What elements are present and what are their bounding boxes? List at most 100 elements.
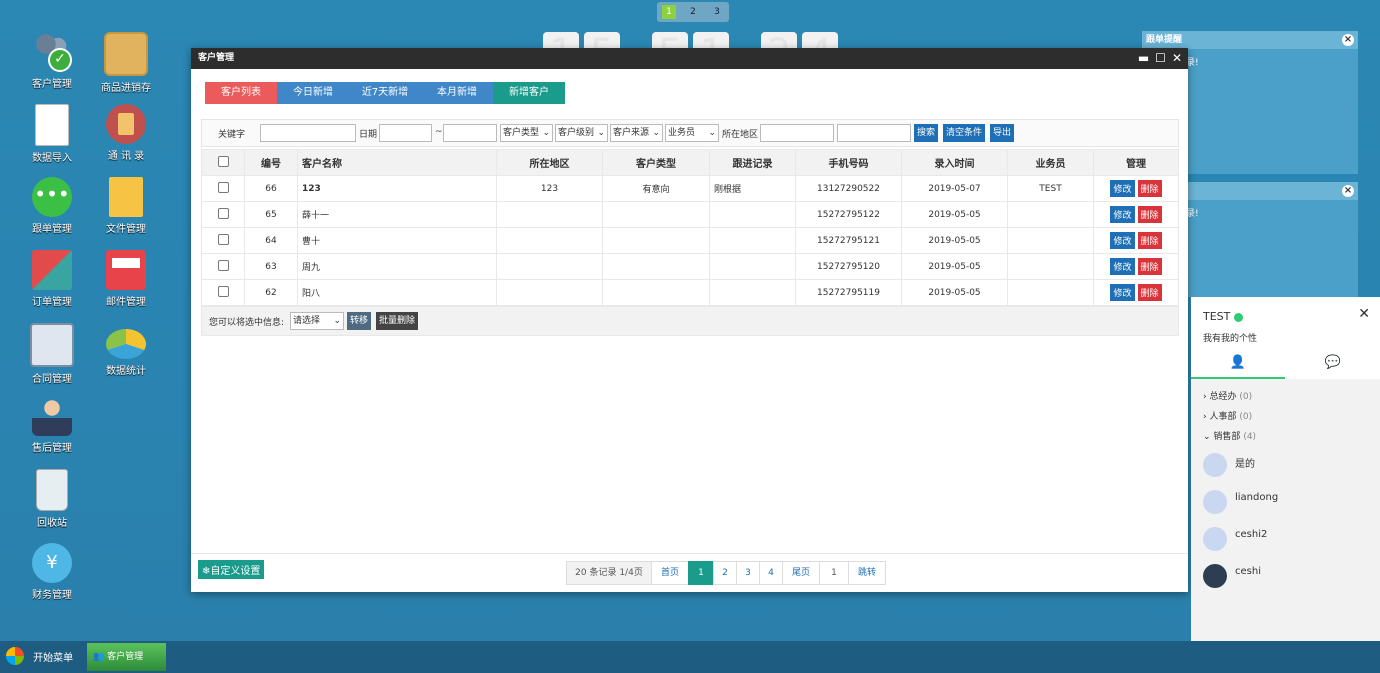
page-1[interactable]: 1 [688, 561, 714, 585]
group-item[interactable]: ⌄ 销售部 (4) [1191, 427, 1380, 447]
group-count: (0) [1239, 392, 1253, 402]
edit-button[interactable]: 修改 [1110, 232, 1135, 249]
col-name[interactable]: 客户名称 [297, 149, 497, 176]
batch-select[interactable]: 请选择 ⌄ [290, 312, 344, 330]
close-icon[interactable]: ✕ [1172, 48, 1182, 69]
taskbar-app-customer[interactable]: 👥 客户管理 [87, 643, 166, 671]
page-3[interactable]: 3 [736, 561, 760, 585]
tab-month-new[interactable]: 本月新增 [421, 82, 493, 104]
desktop-icon-inventory[interactable]: 商品进销存 [94, 32, 158, 94]
desktop-page-3[interactable]: 3 [710, 5, 724, 19]
row-checkbox[interactable] [217, 259, 229, 271]
desktop-icon-customer[interactable]: ✓ 客户管理 [20, 32, 84, 90]
edit-button[interactable]: 修改 [1110, 258, 1135, 275]
close-icon[interactable]: × [1342, 185, 1354, 197]
close-icon[interactable]: ✕ [1358, 306, 1370, 322]
region-input-2[interactable] [837, 124, 911, 142]
online-status-icon [1233, 312, 1243, 322]
desktop-icon-import[interactable]: 数据导入 [20, 104, 84, 164]
page-jump-button[interactable]: 跳转 [848, 561, 886, 585]
edit-button[interactable]: 修改 [1110, 180, 1135, 197]
desktop-icon-label: 文件管理 [106, 224, 146, 235]
delete-button[interactable]: 删除 [1137, 258, 1162, 275]
delete-button[interactable]: 删除 [1137, 232, 1162, 249]
col-id[interactable]: 编号 [244, 149, 298, 176]
desktop-icon-contacts[interactable]: 通 讯 录 [94, 104, 158, 162]
desktop-icon-contract[interactable]: 合同管理 [20, 323, 84, 385]
row-checkbox[interactable] [217, 181, 229, 193]
chat-user[interactable]: ceshi [1191, 558, 1380, 595]
col-region[interactable]: 所在地区 [496, 149, 603, 176]
row-checkbox[interactable] [217, 207, 229, 219]
move-button[interactable]: 转移 [347, 312, 372, 330]
page-first[interactable]: 首页 [651, 561, 689, 585]
delete-button[interactable]: 删除 [1137, 206, 1162, 223]
tab-customer-list[interactable]: 客户列表 [205, 82, 277, 104]
customer-type-select[interactable]: 客户类型 ⌄ [500, 124, 553, 142]
start-menu-button[interactable]: 开始菜单 [6, 647, 73, 665]
avatar [1203, 453, 1227, 477]
desktop-icon-recycle[interactable]: 回收站 [20, 469, 84, 529]
export-button[interactable]: 导出 [990, 124, 1015, 142]
date-label: 日期 [359, 130, 378, 140]
chat-user[interactable]: 是的 [1191, 447, 1380, 484]
group-item[interactable]: › 总经办 (0) [1191, 387, 1380, 407]
desktop-page-1[interactable]: 1 [662, 5, 676, 19]
tab-7day-new[interactable]: 近7天新增 [349, 82, 421, 104]
maximize-icon[interactable]: ☐ [1155, 48, 1166, 69]
cell-follow: 刚根据 [709, 175, 796, 202]
desktop-icon-followup[interactable]: ••• 跟单管理 [20, 177, 84, 235]
group-item[interactable]: › 人事部 (0) [1191, 407, 1380, 427]
delete-button[interactable]: 删除 [1137, 284, 1162, 301]
tab-today-new[interactable]: 今日新增 [277, 82, 349, 104]
desktop-page-2[interactable]: 2 [686, 5, 700, 19]
clear-button[interactable]: 清空条件 [943, 124, 986, 142]
salesman-select[interactable]: 业务员 ⌄ [665, 124, 719, 142]
minimize-icon[interactable]: ▬ [1138, 48, 1149, 69]
desktop-icon-mail[interactable]: 邮件管理 [94, 250, 158, 308]
window-titlebar[interactable]: 客户管理 ▬ ☐ ✕ [191, 48, 1188, 69]
col-follow[interactable]: 跟进记录 [709, 149, 796, 176]
chat-user[interactable]: ceshi2 [1191, 521, 1380, 558]
desktop-icon-finance[interactable]: ¥ 财务管理 [20, 543, 84, 601]
search-button[interactable]: 搜索 [914, 124, 939, 142]
delete-button[interactable]: 删除 [1137, 180, 1162, 197]
keyword-input[interactable] [260, 124, 356, 142]
select-all-checkbox[interactable] [217, 155, 229, 167]
tab-add-customer[interactable]: 新增客户 [493, 82, 565, 104]
batch-delete-button[interactable]: 批量删除 [376, 312, 419, 330]
row-checkbox[interactable] [217, 233, 229, 245]
customer-source-select[interactable]: 客户来源 ⌄ [610, 124, 663, 142]
close-icon[interactable]: × [1342, 34, 1354, 46]
edit-button[interactable]: 修改 [1110, 284, 1135, 301]
desktop-icon-label: 跟单管理 [32, 224, 72, 235]
page-2[interactable]: 2 [713, 561, 737, 585]
edit-button[interactable]: 修改 [1110, 206, 1135, 223]
contacts-tab[interactable]: 👤 [1191, 351, 1285, 379]
col-type[interactable]: 客户类型 [602, 149, 710, 176]
page-4[interactable]: 4 [759, 561, 783, 585]
customer-level-select[interactable]: 客户级别 ⌄ [555, 124, 608, 142]
chat-user-name: 是的 [1235, 459, 1255, 470]
desktop-icon-files[interactable]: 文件管理 [94, 177, 158, 235]
messages-tab[interactable]: 💬 [1286, 351, 1380, 379]
col-phone[interactable]: 手机号码 [795, 149, 902, 176]
date-end-input[interactable] [443, 124, 497, 142]
row-checkbox[interactable] [217, 285, 229, 297]
page-last[interactable]: 尾页 [782, 561, 820, 585]
desktop-icon-aftersales[interactable]: 售后管理 [20, 396, 84, 454]
desktop-icon-label: 售后管理 [32, 443, 72, 454]
person-icon: 👤 [1229, 355, 1247, 370]
date-start-input[interactable] [379, 124, 432, 142]
desktop-icon-orders[interactable]: 订单管理 [20, 250, 84, 308]
custom-settings-button[interactable]: ❄自定义设置 [198, 560, 265, 579]
chat-username: TEST [1203, 310, 1231, 323]
desktop-icon-label: 商品进销存 [101, 83, 151, 94]
region-input[interactable] [760, 124, 834, 142]
chevron-down-icon: ⌄ [1203, 432, 1211, 442]
col-date[interactable]: 录入时间 [901, 149, 1008, 176]
col-salesman[interactable]: 业务员 [1007, 149, 1094, 176]
chat-user[interactable]: liandong [1191, 484, 1380, 521]
page-jump-input[interactable]: 1 [819, 561, 849, 585]
desktop-icon-stats[interactable]: 数据统计 [94, 323, 158, 377]
